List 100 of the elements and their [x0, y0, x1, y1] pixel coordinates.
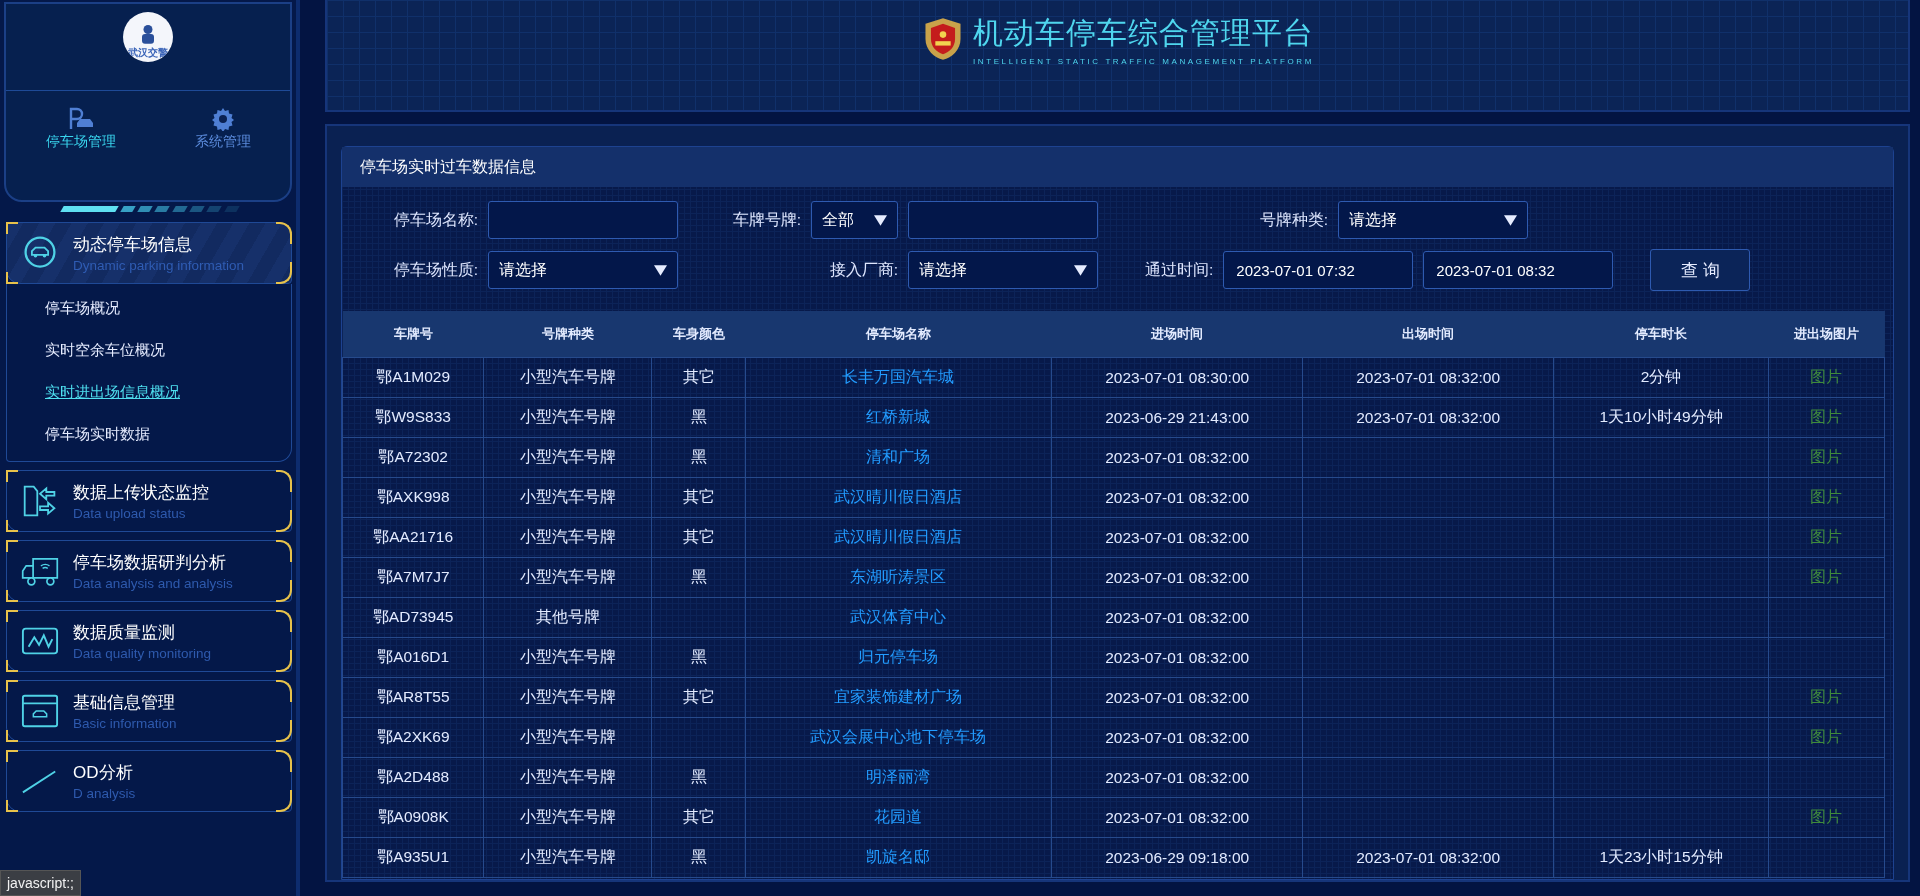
menu-card[interactable]: 动态停车场信息 Dynamic parking information [6, 222, 292, 284]
table-cell: 小型汽车号牌 [483, 677, 652, 718]
select-field[interactable]: 请选择 [908, 251, 1098, 289]
parking-lot-link[interactable]: 长丰万国汽车城 [842, 368, 955, 385]
corner-decoration [6, 750, 18, 762]
date-field[interactable]: 2023-07-01 08:32 [1423, 251, 1614, 289]
table-cell: 其它 [651, 517, 746, 558]
corner-decoration [6, 730, 18, 742]
parking-lot-link[interactable]: 归元停车场 [858, 648, 939, 665]
table-cell: 小型汽车号牌 [483, 757, 652, 798]
status-url: javascript:; [0, 870, 81, 896]
corner-decoration [276, 540, 292, 562]
menu-subtitle: Basic information [73, 716, 177, 731]
table-cell: 鄂AD73945 [342, 597, 484, 638]
parking-lot-link[interactable]: 红桥新城 [866, 408, 931, 425]
column-header: 车身颜色 [651, 311, 746, 358]
select-field[interactable]: 全部 [811, 201, 898, 239]
nav-tab[interactable]: 停车场管理 [45, 107, 116, 151]
photo-link[interactable]: 图片 [1810, 808, 1843, 825]
table-cell: 小型汽车号牌 [483, 837, 652, 878]
table-cell: 2023-07-01 08:32:00 [1302, 397, 1554, 438]
submenu-link[interactable]: 实时进出场信息概况 [45, 382, 180, 402]
photo-link[interactable]: 图片 [1810, 728, 1843, 745]
filter-label: 号牌种类: [1259, 209, 1328, 230]
submenu-link[interactable]: 停车场实时数据 [45, 424, 150, 444]
corner-decoration [276, 610, 292, 632]
table-cell: 2023-07-01 08:32:00 [1051, 637, 1303, 678]
input-field[interactable] [488, 201, 678, 239]
parking-lot-link[interactable]: 花园道 [874, 808, 923, 825]
table-cell: 其它 [651, 797, 746, 838]
parking-lot-link[interactable]: 东湖听涛景区 [850, 568, 947, 585]
photo-link[interactable]: 图片 [1810, 488, 1843, 505]
column-header: 出场时间 [1302, 311, 1554, 358]
menu-title: OD分析 [73, 762, 134, 784]
corner-decoration [6, 272, 18, 284]
dropdown-icon [874, 214, 887, 226]
menu-title: 动态停车场信息 [73, 234, 193, 256]
corner-decoration [6, 520, 18, 532]
input-field[interactable] [908, 201, 1098, 239]
parking-lot-link[interactable]: 凯旋名邸 [866, 848, 931, 865]
nav-tab[interactable]: 系统管理 [194, 107, 251, 151]
table-cell: 其它 [651, 477, 746, 518]
filter-label: 接入厂商: [829, 259, 898, 280]
menu-subtitle: Data analysis and analysis [73, 576, 233, 591]
table-cell: 黑 [651, 557, 746, 598]
parking-lot-link[interactable]: 清和广场 [866, 448, 931, 465]
table-cell: 鄂A0908K [342, 797, 484, 838]
parking-lot-link[interactable]: 武汉体育中心 [850, 608, 947, 625]
menu-card[interactable]: 数据质量监测 Data quality monitoring [6, 610, 292, 672]
search-button[interactable]: 查 询 [1650, 249, 1751, 291]
parking-lot-link[interactable]: 武汉晴川假日酒店 [834, 488, 963, 505]
panel-title: 停车场实时过车数据信息 [360, 156, 536, 177]
table-cell: 黑 [651, 837, 746, 878]
menu-card[interactable]: 数据上传状态监控 Data upload status [6, 470, 292, 532]
table-cell: 鄂A016D1 [342, 637, 484, 678]
table-cell: 黑 [651, 397, 746, 438]
table-cell: 黑 [651, 637, 746, 678]
photo-link[interactable]: 图片 [1810, 568, 1843, 585]
photo-link[interactable]: 图片 [1810, 408, 1843, 425]
menu-subtitle: D analysis [73, 786, 136, 801]
photo-link[interactable]: 图片 [1810, 448, 1843, 465]
date-field[interactable]: 2023-07-01 07:32 [1223, 251, 1414, 289]
corner-decoration [276, 680, 292, 702]
table-cell: 2023-07-01 08:32:00 [1051, 717, 1303, 758]
corner-decoration [6, 610, 18, 622]
corner-decoration [276, 750, 292, 772]
select-field[interactable]: 请选择 [1338, 201, 1528, 239]
menu-card[interactable]: OD分析 D analysis [6, 750, 292, 812]
table-cell: 2023-06-29 09:18:00 [1051, 837, 1303, 878]
column-header: 停车场名称 [745, 311, 1052, 358]
table-cell: 1天23小时15分钟 [1553, 837, 1769, 878]
submenu-link[interactable]: 实时空余车位概况 [45, 341, 165, 361]
table-cell: 其他号牌 [483, 597, 652, 638]
table-cell: 2023-07-01 08:32:00 [1051, 517, 1303, 558]
photo-link[interactable]: 图片 [1810, 368, 1843, 385]
column-header: 进出场图片 [1768, 311, 1885, 358]
table-cell: 鄂AA21716 [342, 517, 484, 558]
parking-lot-link[interactable]: 武汉晴川假日酒店 [834, 528, 963, 545]
dropdown-icon [1074, 264, 1087, 276]
platform-subtitle: INTELLIGENT STATIC TRAFFIC MANAGEMENT PLATFORM [973, 56, 1314, 66]
photo-link[interactable]: 图片 [1810, 528, 1843, 545]
table-cell: 2023-07-01 08:32:00 [1302, 357, 1554, 398]
filter-label: 停车场性质: [393, 259, 478, 280]
table-cell: 2023-07-01 08:32:00 [1051, 757, 1303, 798]
menu-title: 数据质量监测 [73, 622, 176, 644]
table-cell: 2023-07-01 08:32:00 [1051, 437, 1303, 478]
submenu-link[interactable]: 停车场概况 [45, 299, 120, 319]
table-cell: 鄂A935U1 [342, 837, 484, 878]
menu-card[interactable]: 停车场数据研判分析 Data analysis and analysis [6, 540, 292, 602]
corner-decoration [6, 800, 18, 812]
corner-decoration [6, 470, 18, 482]
parking-lot-link[interactable]: 明泽丽湾 [866, 768, 931, 785]
photo-link[interactable]: 图片 [1810, 688, 1843, 705]
platform-title: 机动车停车综合管理平台 [973, 14, 1314, 51]
select-field[interactable]: 请选择 [488, 251, 678, 289]
menu-card[interactable]: 基础信息管理 Basic information [6, 680, 292, 742]
corner-decoration [276, 650, 292, 672]
table-cell: 小型汽车号牌 [483, 637, 652, 678]
parking-lot-link[interactable]: 宜家装饰建材广场 [834, 688, 963, 705]
dropdown-icon [654, 264, 667, 276]
